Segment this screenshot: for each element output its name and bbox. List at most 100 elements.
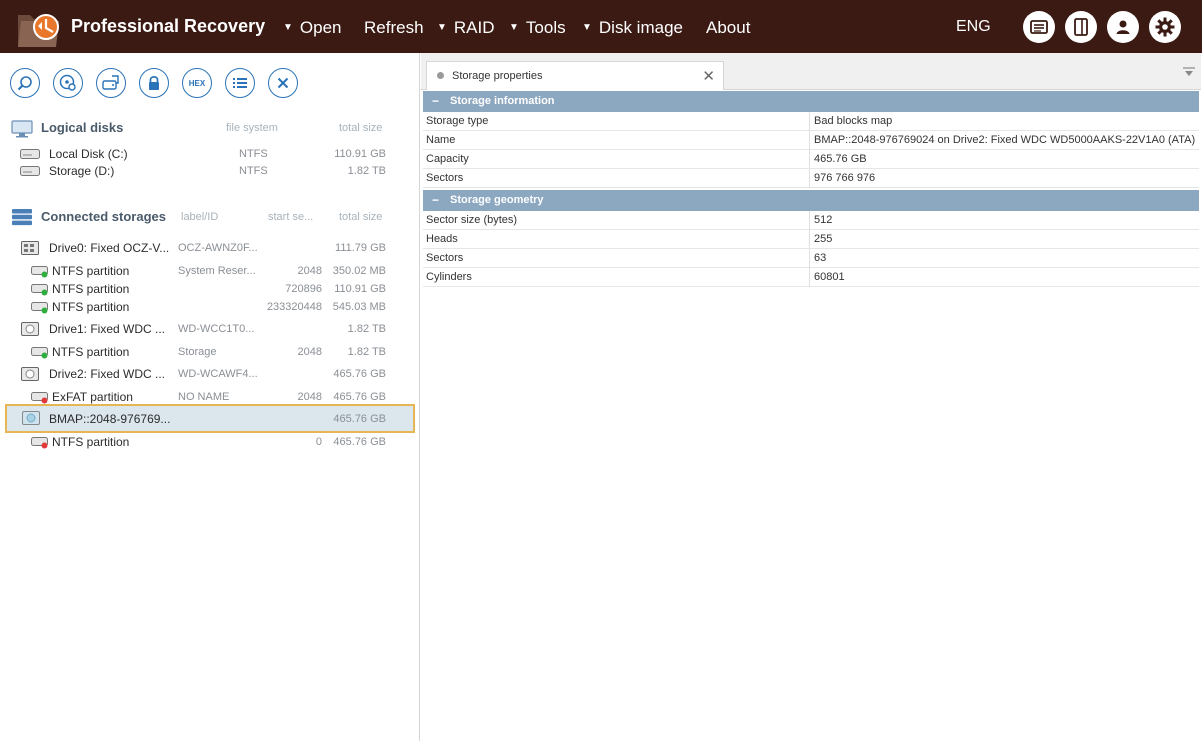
item-fs: NTFS bbox=[239, 148, 268, 160]
item-name: Drive0: Fixed OCZ-V... bbox=[49, 241, 170, 255]
property-row[interactable]: Sectors 63 bbox=[423, 249, 1199, 268]
app-title: Professional Recovery bbox=[71, 16, 266, 36]
item-size: 110.91 GB bbox=[334, 283, 386, 295]
property-row[interactable]: Cylinders 60801 bbox=[423, 268, 1199, 287]
property-row[interactable]: Storage type Bad blocks map bbox=[423, 112, 1199, 131]
item-start: 233320448 bbox=[266, 301, 322, 313]
top-bar: Professional Recovery ▼ Open Refresh ▼ RAI… bbox=[0, 0, 1202, 53]
hex-viewer-button[interactable]: HEX bbox=[182, 68, 212, 98]
account-button[interactable] bbox=[1107, 11, 1139, 43]
partition-red-icon bbox=[31, 392, 48, 404]
group-storage-geometry[interactable]: − Storage geometry bbox=[423, 190, 1199, 211]
settings-button[interactable] bbox=[1149, 11, 1181, 43]
scan-button[interactable] bbox=[10, 68, 40, 98]
hdd-drive-icon bbox=[21, 322, 39, 336]
menu-refresh[interactable]: Refresh bbox=[364, 18, 424, 38]
item-name: ExFAT partition bbox=[52, 390, 133, 404]
item-name: NTFS partition bbox=[52, 345, 130, 359]
gear-icon bbox=[1155, 17, 1175, 37]
tree-item-bmap[interactable]: BMAP::2048-976769... 465.76 GB bbox=[5, 404, 415, 433]
property-key: Heads bbox=[426, 233, 458, 245]
tree-item-drive0[interactable]: Drive0: Fixed OCZ-V... OCZ-AWNZ0F... 111… bbox=[1, 239, 419, 257]
item-label: NO NAME bbox=[178, 391, 230, 403]
tree-item-partition[interactable]: NTFS partition 233320448 545.03 MB bbox=[1, 298, 419, 316]
create-image-button[interactable] bbox=[96, 68, 126, 98]
menu-tools[interactable]: ▼ Tools bbox=[509, 18, 566, 38]
tab-close-icon[interactable]: ✕ bbox=[702, 67, 715, 85]
language-selector[interactable]: ENG bbox=[956, 18, 991, 36]
tab-storage-properties[interactable]: Storage properties ✕ bbox=[426, 61, 724, 90]
ssd-icon bbox=[21, 241, 39, 255]
tab-bar: Storage properties ✕ bbox=[421, 53, 1201, 90]
item-size: 1.82 TB bbox=[347, 323, 386, 335]
col-label-id: label/ID bbox=[181, 211, 219, 223]
group-storage-information[interactable]: − Storage information bbox=[423, 91, 1199, 112]
property-row[interactable]: Sectors 976 766 976 bbox=[423, 169, 1199, 188]
property-row[interactable]: Sector size (bytes) 512 bbox=[423, 211, 1199, 230]
bad-blocks-map-icon bbox=[22, 411, 40, 425]
menu-raid[interactable]: ▼ RAID bbox=[437, 18, 495, 38]
property-key: Name bbox=[426, 134, 456, 146]
tree-item-partition[interactable]: NTFS partition 0 465.76 GB bbox=[1, 433, 419, 451]
hdd-icon bbox=[20, 149, 40, 159]
item-label: WD-WCC1T0... bbox=[178, 323, 255, 335]
tree-item-partition[interactable]: NTFS partition 720896 110.91 GB bbox=[1, 280, 419, 298]
col-file-system: file system bbox=[226, 122, 278, 134]
property-value: 465.76 GB bbox=[814, 153, 867, 165]
tree-item-partition[interactable]: NTFS partition Storage 2048 1.82 TB bbox=[1, 343, 419, 361]
item-size: 111.79 GB bbox=[335, 242, 386, 254]
property-key: Sectors bbox=[426, 172, 464, 184]
item-size: 110.91 GB bbox=[334, 148, 386, 160]
app-logo-icon bbox=[16, 7, 62, 49]
group-title: Storage geometry bbox=[450, 194, 544, 206]
property-key: Sectors bbox=[426, 252, 464, 264]
tab-menu-icon[interactable] bbox=[1183, 67, 1195, 77]
item-name: Storage (D:) bbox=[49, 164, 115, 178]
item-name: NTFS partition bbox=[52, 282, 130, 296]
close-button[interactable] bbox=[268, 68, 298, 98]
magnifier-icon bbox=[17, 76, 32, 91]
item-size: 465.76 GB bbox=[333, 368, 386, 380]
hdd-drive-icon bbox=[21, 367, 39, 381]
item-label: OCZ-AWNZ0F... bbox=[178, 242, 258, 254]
property-value: 63 bbox=[814, 252, 827, 264]
partition-green-icon bbox=[31, 284, 48, 296]
tab-label: Storage properties bbox=[452, 70, 543, 82]
list-item[interactable]: Storage (D:) NTFS 1.82 TB bbox=[1, 162, 419, 180]
property-value: 255 bbox=[814, 233, 833, 245]
property-row[interactable]: Name BMAP::2048-976769024 on Drive2: Fixe… bbox=[423, 131, 1199, 150]
property-row[interactable]: Capacity 465.76 GB bbox=[423, 150, 1199, 169]
close-icon bbox=[277, 77, 289, 89]
col-total-size: total size bbox=[339, 211, 383, 223]
list-item[interactable]: Local Disk (C:) NTFS 110.91 GB bbox=[1, 145, 419, 163]
item-size: 350.02 MB bbox=[332, 265, 386, 277]
property-key: Capacity bbox=[426, 153, 469, 165]
group-title: Storage information bbox=[450, 95, 555, 107]
col-total-size: total size bbox=[339, 122, 383, 134]
tree-item-drive2[interactable]: Drive2: Fixed WDC ... WD-WCAWF4... 465.7… bbox=[1, 365, 419, 383]
item-name: Drive2: Fixed WDC ... bbox=[49, 367, 166, 381]
right-panel: Storage properties ✕ − Storage informati… bbox=[421, 53, 1201, 741]
menu-open[interactable]: ▼ Open bbox=[283, 18, 342, 38]
decrypt-button[interactable] bbox=[139, 68, 169, 98]
panel-toggle-button[interactable] bbox=[1065, 11, 1097, 43]
menu-about[interactable]: About bbox=[706, 18, 750, 38]
item-start: 0 bbox=[315, 436, 322, 448]
collapse-icon: − bbox=[432, 193, 440, 207]
property-row[interactable]: Heads 255 bbox=[423, 230, 1199, 249]
log-button[interactable] bbox=[1023, 11, 1055, 43]
hex-icon: HEX bbox=[188, 78, 206, 88]
item-name: Local Disk (C:) bbox=[49, 147, 128, 161]
analyze-button[interactable] bbox=[53, 68, 83, 98]
item-name: BMAP::2048-976769... bbox=[49, 412, 171, 426]
property-key: Sector size (bytes) bbox=[426, 214, 518, 226]
item-fs: NTFS bbox=[239, 165, 268, 177]
list-view-button[interactable] bbox=[225, 68, 255, 98]
tree-item-partition[interactable]: NTFS partition System Reser... 2048 350.… bbox=[1, 262, 419, 280]
collapse-icon: − bbox=[432, 94, 440, 108]
menu-disk-image[interactable]: ▼ Disk image bbox=[582, 18, 683, 38]
item-start: 2048 bbox=[297, 265, 322, 277]
property-value: 512 bbox=[814, 214, 833, 226]
property-key: Cylinders bbox=[426, 271, 472, 283]
tree-item-drive1[interactable]: Drive1: Fixed WDC ... WD-WCC1T0... 1.82 … bbox=[1, 320, 419, 338]
